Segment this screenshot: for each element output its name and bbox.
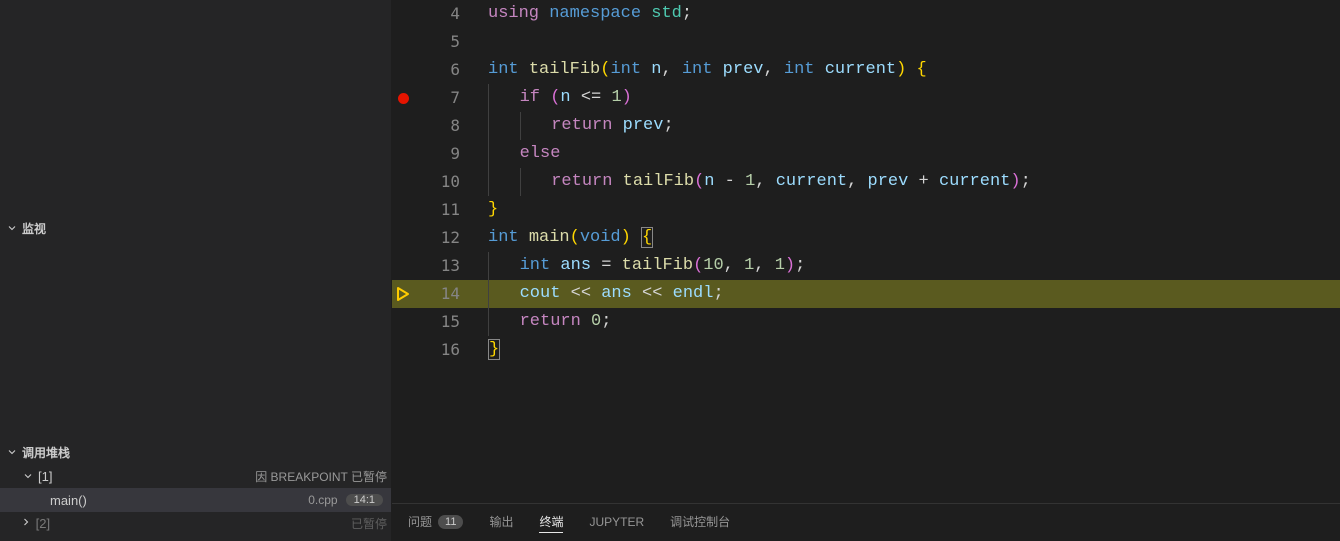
problems-count-badge: 11	[438, 515, 463, 529]
code-line-current[interactable]: 14 cout << ans << endl;	[392, 280, 1340, 308]
watch-section-header[interactable]: 监视	[0, 216, 391, 240]
code-line[interactable]: 13 int ans = tailFib(10, 1, 1);	[392, 252, 1340, 280]
thread-name: [2]	[36, 516, 50, 531]
line-number: 4	[450, 0, 460, 28]
callstack-body: [1] 因 BREAKPOINT 已暂停 main() 0.cpp 14:1 […	[0, 464, 391, 541]
tab-label: 问题	[408, 513, 432, 530]
tab-jupyter[interactable]: JUPYTER	[589, 515, 644, 531]
line-number: 14	[441, 280, 460, 308]
watch-label: 监视	[22, 220, 46, 237]
line-number: 7	[450, 84, 460, 112]
tab-output[interactable]: 输出	[489, 513, 513, 532]
code-line[interactable]: 8 return prev;	[392, 112, 1340, 140]
tab-problems[interactable]: 问题 11	[408, 513, 463, 532]
tab-label: 终端	[539, 513, 563, 530]
tab-label: 输出	[489, 513, 513, 530]
code-line[interactable]: 11 }	[392, 196, 1340, 224]
code-line[interactable]: 4 using namespace std;	[392, 0, 1340, 28]
line-number: 5	[450, 28, 460, 56]
line-number: 6	[450, 56, 460, 84]
code-line[interactable]: 5	[392, 28, 1340, 56]
code-line[interactable]: 7 if (n <= 1)	[392, 84, 1340, 112]
tab-debug-console[interactable]: 调试控制台	[670, 513, 730, 532]
thread-name: [1]	[38, 469, 52, 484]
watch-body	[0, 240, 391, 440]
chevron-down-icon	[4, 220, 20, 236]
thread-status: 因 BREAKPOINT 已暂停	[255, 468, 387, 485]
code-line[interactable]: 15 return 0;	[392, 308, 1340, 336]
line-number: 13	[441, 252, 460, 280]
tab-terminal[interactable]: 终端	[539, 513, 563, 533]
sidebar-upper-placeholder	[0, 0, 391, 216]
code-line[interactable]: 6 int tailFib(int n, int prev, int curre…	[392, 56, 1340, 84]
frame-position: 14:1	[346, 494, 383, 506]
stack-frame[interactable]: main() 0.cpp 14:1	[0, 488, 391, 512]
callstack-section-header[interactable]: 调用堆栈	[0, 440, 391, 464]
debug-sidebar: 监视 调用堆栈 [1] 因 BREAKPOINT 已暂停 main() 0.cp…	[0, 0, 392, 541]
callstack-label: 调用堆栈	[22, 444, 70, 461]
line-number: 11	[441, 196, 460, 224]
line-number: 12	[441, 224, 460, 252]
line-number: 16	[441, 336, 460, 364]
line-number: 9	[450, 140, 460, 168]
current-execution-icon	[392, 286, 414, 302]
chevron-down-icon	[4, 444, 20, 460]
line-number: 10	[441, 168, 460, 196]
code-line[interactable]: 10 return tailFib(n - 1, current, prev +…	[392, 168, 1340, 196]
frame-file: 0.cpp	[308, 493, 337, 507]
thread-row[interactable]: [1] 因 BREAKPOINT 已暂停	[0, 464, 391, 488]
thread-row[interactable]: [2] 已暂停	[0, 512, 391, 534]
line-number: 15	[441, 308, 460, 336]
line-number: 8	[450, 112, 460, 140]
breakpoint-icon[interactable]	[392, 93, 414, 104]
thread-status: 已暂停	[351, 515, 387, 532]
code-line[interactable]: 9 else	[392, 140, 1340, 168]
chevron-down-icon	[20, 468, 36, 484]
tab-label: JUPYTER	[589, 515, 644, 529]
editor-area: 4 using namespace std; 5 6 int tailFib(i…	[392, 0, 1340, 541]
chevron-right-icon	[20, 516, 36, 531]
frame-function: main()	[50, 493, 87, 508]
code-editor[interactable]: 4 using namespace std; 5 6 int tailFib(i…	[392, 0, 1340, 503]
bottom-panel-tabs: 问题 11 输出 终端 JUPYTER 调试控制台	[392, 503, 1340, 541]
code-line[interactable]: 12 int main(void) {	[392, 224, 1340, 252]
code-line[interactable]: 16 }	[392, 336, 1340, 364]
tab-label: 调试控制台	[670, 513, 730, 530]
